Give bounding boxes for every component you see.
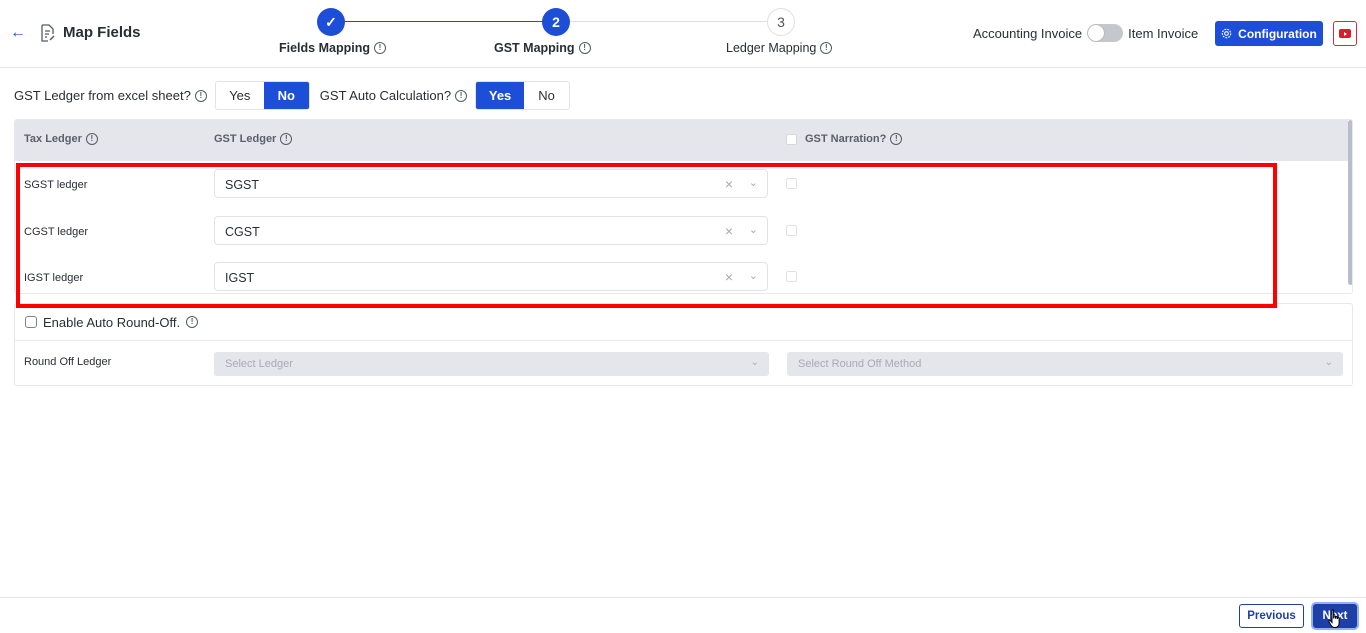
row-label: IGST ledger [24, 272, 84, 284]
invoice-type-toggle-group: Accounting Invoice Item Invoice [973, 24, 1198, 42]
item-invoice-label: Item Invoice [1128, 25, 1199, 41]
table-scrollbar[interactable] [1348, 120, 1352, 285]
info-icon: ! [194, 89, 207, 102]
gst-narration-all-checkbox[interactable] [786, 133, 797, 145]
step-3-text: Ledger Mapping [726, 41, 817, 55]
step-3-number: 3 [777, 14, 785, 30]
gst-auto-calc-label: GST Auto Calculation?! [319, 88, 468, 103]
gst-auto-calc-text: GST Auto Calculation? [319, 88, 452, 103]
step-1-label[interactable]: Fields Mapping! [279, 41, 386, 55]
gst-ledger-table: Tax Ledger! GST Ledger! GST Narration?! … [14, 119, 1353, 294]
info-icon: ! [373, 42, 386, 54]
youtube-icon [1339, 29, 1351, 38]
round-off-method-placeholder: Select Round Off Method [798, 358, 922, 370]
enable-round-off-row: Enable Auto Round-Off. ! [15, 304, 1352, 341]
enable-round-off-checkbox[interactable] [25, 316, 37, 328]
round-off-ledger-label: Round Off Ledger [24, 356, 112, 368]
step-2-label[interactable]: GST Mapping! [494, 41, 591, 55]
step-3-label[interactable]: Ledger Mapping! [726, 41, 833, 55]
document-edit-icon [41, 24, 55, 42]
gst-ledger-select[interactable]: CGST × ⌄ [214, 216, 768, 245]
select-value: IGST [225, 271, 255, 285]
configuration-label: Configuration [1238, 26, 1317, 41]
gst-ledger-select[interactable]: IGST × ⌄ [214, 262, 768, 291]
invoice-type-toggle[interactable] [1087, 24, 1124, 42]
round-off-ledger-select[interactable]: Select Ledger ⌄ [214, 352, 769, 376]
gst-narration-checkbox[interactable] [786, 225, 797, 236]
gst-ledger-select[interactable]: SGST × ⌄ [214, 169, 768, 198]
chevron-down-icon: ⌄ [750, 357, 759, 368]
info-icon: ! [85, 133, 98, 145]
check-icon: ✓ [325, 13, 337, 30]
back-button[interactable]: ← [8, 23, 28, 43]
step-1-text: Fields Mapping [279, 41, 370, 55]
header-gst-ledger: GST Ledger! [214, 133, 293, 145]
footer-bar: Previous Next [0, 597, 1366, 633]
stepper: ✓ Fields Mapping! 2 GST Mapping! 3 Ledge… [279, 7, 840, 62]
gst-from-excel-text: GST Ledger from excel sheet? [14, 88, 191, 103]
header-gst-narration-text: GST Narration? [805, 133, 887, 145]
chevron-down-icon[interactable]: ⌄ [749, 269, 758, 282]
chevron-down-icon: ⌄ [1324, 357, 1333, 368]
step-1-circle[interactable]: ✓ [317, 8, 345, 36]
info-icon: ! [186, 316, 199, 328]
gst-from-excel-no[interactable]: No [263, 82, 309, 109]
header-bar: ← Map Fields ✓ Fields Mapping! 2 GST Map… [0, 0, 1366, 68]
select-value: SGST [225, 178, 260, 192]
chevron-down-icon[interactable]: ⌄ [749, 176, 758, 189]
accounting-invoice-label: Accounting Invoice [973, 25, 1083, 41]
gst-auto-calc-toggle: Yes No [475, 81, 571, 110]
configuration-button[interactable]: Configuration [1215, 21, 1323, 46]
round-off-ledger-placeholder: Select Ledger [225, 358, 293, 370]
clear-icon[interactable]: × [725, 176, 733, 192]
clear-icon[interactable]: × [725, 269, 733, 285]
gst-options-row: GST Ledger from excel sheet?! Yes No GST… [14, 81, 580, 110]
table-row: CGST ledger CGST × ⌄ [15, 208, 1348, 254]
select-value: CGST [225, 225, 260, 239]
table-row: SGST ledger SGST × ⌄ [15, 161, 1348, 207]
enable-round-off-label[interactable]: Enable Auto Round-Off. [43, 315, 180, 330]
table-header: Tax Ledger! GST Ledger! GST Narration?! [15, 120, 1348, 161]
previous-button[interactable]: Previous [1239, 604, 1304, 628]
clear-icon[interactable]: × [725, 223, 733, 239]
header-tax-ledger-text: Tax Ledger [24, 133, 82, 145]
info-icon: ! [890, 133, 903, 145]
step-2-circle[interactable]: 2 [542, 8, 570, 36]
info-icon: ! [280, 133, 293, 145]
gst-narration-checkbox[interactable] [786, 271, 797, 282]
gst-narration-checkbox[interactable] [786, 178, 797, 189]
info-icon: ! [455, 89, 468, 102]
round-off-method-select[interactable]: Select Round Off Method ⌄ [787, 352, 1343, 376]
gst-from-excel-yes[interactable]: Yes [216, 82, 264, 109]
header-gst-narration: GST Narration?! [786, 133, 903, 145]
chevron-down-icon[interactable]: ⌄ [749, 223, 758, 236]
gst-auto-calc-yes[interactable]: Yes [476, 82, 525, 109]
arrow-left-icon: ← [10, 24, 26, 41]
youtube-button[interactable] [1333, 21, 1357, 46]
gst-from-excel-label: GST Ledger from excel sheet?! [14, 88, 207, 103]
step-2-text: GST Mapping [494, 41, 575, 55]
header-tax-ledger: Tax Ledger! [24, 133, 98, 145]
row-label: SGST ledger [24, 179, 88, 191]
page-title: Map Fields [63, 24, 141, 41]
gst-from-excel-toggle: Yes No [214, 81, 310, 110]
hand-cursor-icon [1328, 609, 1340, 628]
row-label: CGST ledger [24, 226, 88, 238]
step-2-number: 2 [552, 14, 560, 30]
gear-icon [1221, 28, 1232, 39]
table-row: IGST ledger IGST × ⌄ [15, 254, 1348, 293]
info-icon: ! [820, 42, 833, 54]
info-icon: ! [578, 42, 591, 54]
gst-auto-calc-no[interactable]: No [524, 82, 569, 109]
step-connector-done [330, 21, 556, 22]
header-gst-ledger-text: GST Ledger [214, 133, 277, 145]
toggle-knob [1088, 25, 1105, 41]
step-connector-pending [570, 21, 768, 22]
round-off-section: Enable Auto Round-Off. ! Round Off Ledge… [14, 303, 1353, 386]
step-3-circle[interactable]: 3 [767, 8, 795, 36]
